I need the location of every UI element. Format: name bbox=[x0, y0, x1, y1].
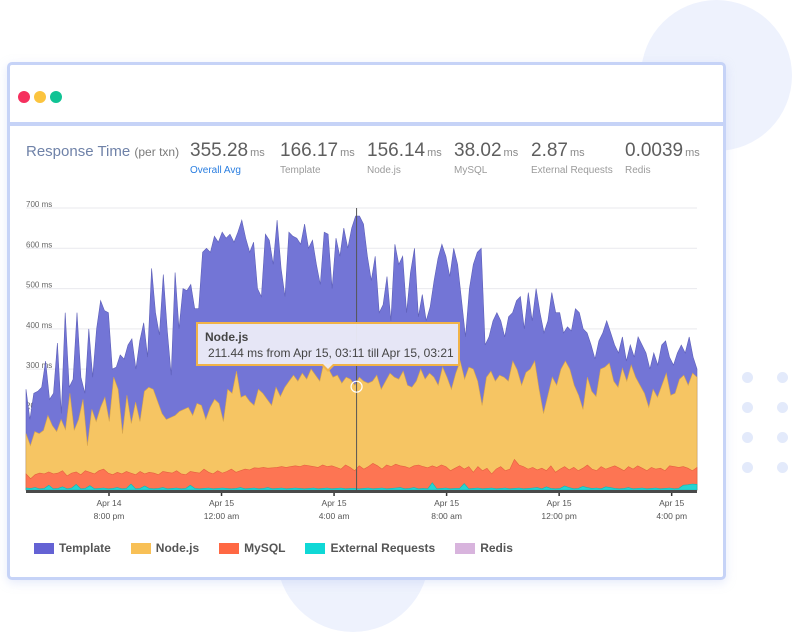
chart-tooltip: Node.js 211.44 ms from Apr 15, 03:11 til… bbox=[196, 322, 460, 372]
stat-value: 2.87 bbox=[531, 140, 568, 161]
stat-label: Overall Avg bbox=[190, 165, 241, 176]
stat-unit: ms bbox=[340, 147, 355, 159]
x-tick-label: 4:00 pm bbox=[656, 511, 687, 521]
stat-value: 156.14 bbox=[367, 140, 426, 161]
decorative-dot bbox=[777, 372, 788, 383]
x-tick-label: 4:00 am bbox=[319, 511, 350, 521]
y-tick-label: 400 ms bbox=[26, 321, 52, 330]
legend-label: Node.js bbox=[155, 541, 200, 555]
x-tick-label: Apr 15 bbox=[659, 498, 684, 508]
tooltip-body: 211.44 ms from Apr 15, 03:11 till Apr 15… bbox=[208, 346, 454, 360]
stat-label: MySQL bbox=[454, 165, 488, 176]
tooltip-arrow-inner bbox=[323, 364, 333, 369]
window-titlebar bbox=[10, 65, 723, 126]
panel-title-text: Response Time bbox=[26, 143, 131, 160]
legend-item-template[interactable]: Template bbox=[34, 541, 111, 555]
stat-unit: ms bbox=[503, 147, 519, 159]
decorative-dot bbox=[742, 462, 753, 473]
response-time-chart[interactable]: 100 ms200 ms300 ms400 ms500 ms600 ms700 … bbox=[10, 198, 723, 538]
decorative-dot bbox=[777, 432, 788, 443]
legend-label: External Requests bbox=[330, 541, 436, 555]
legend-item-redis[interactable]: Redis bbox=[455, 541, 513, 555]
legend-item-external-requests[interactable]: External Requests bbox=[305, 541, 435, 555]
legend-item-nodejs[interactable]: Node.js bbox=[130, 541, 200, 555]
maximize-window-button[interactable] bbox=[50, 91, 62, 103]
decorative-dot bbox=[742, 402, 753, 413]
y-tick-label: 300 ms bbox=[26, 361, 52, 370]
chart-legend: Template Node.js MySQL External Requests… bbox=[34, 541, 533, 555]
decorative-dot-grid bbox=[742, 372, 792, 473]
x-tick-label: 8:00 am bbox=[431, 511, 462, 521]
x-axis-line bbox=[26, 490, 697, 493]
stat-template: 166.17 ms Template bbox=[280, 140, 355, 176]
stat-unit: ms bbox=[685, 147, 700, 159]
x-tick-label: 12:00 am bbox=[204, 511, 239, 521]
legend-swatch bbox=[34, 542, 54, 554]
decorative-dot bbox=[777, 402, 788, 413]
stat-unit: ms bbox=[250, 147, 265, 159]
legend-label: MySQL bbox=[244, 541, 286, 555]
x-tick-label: Apr 15 bbox=[322, 498, 347, 508]
stat-unit: ms bbox=[569, 147, 585, 159]
y-tick-label: 700 ms bbox=[26, 200, 52, 209]
x-tick-label: Apr 15 bbox=[434, 498, 459, 508]
stat-value: 166.17 bbox=[280, 140, 339, 161]
stat-label: Redis bbox=[625, 165, 651, 176]
x-tick-label: Apr 15 bbox=[547, 498, 572, 508]
panel-title: Response Time (per txn) bbox=[26, 143, 179, 160]
stat-external-requests: 2.87 ms External Requests bbox=[531, 140, 613, 176]
stat-label: External Requests bbox=[531, 165, 613, 176]
decorative-dot bbox=[777, 462, 788, 473]
minimize-window-button[interactable] bbox=[34, 91, 46, 103]
stat-value: 0.0039 bbox=[625, 140, 684, 161]
stat-value: 38.02 bbox=[454, 140, 502, 161]
decorative-dot bbox=[742, 372, 753, 383]
stat-value: 355.28 bbox=[190, 140, 249, 161]
stat-mysql: 38.02 ms MySQL bbox=[454, 140, 518, 176]
stat-unit: ms bbox=[427, 147, 442, 159]
stat-label: Node.js bbox=[367, 165, 401, 176]
legend-label: Template bbox=[59, 541, 111, 555]
legend-label: Redis bbox=[480, 541, 513, 555]
y-tick-label: 600 ms bbox=[26, 240, 52, 249]
x-tick-label: Apr 15 bbox=[209, 498, 234, 508]
tooltip-title: Node.js bbox=[205, 330, 249, 344]
x-tick-label: 12:00 pm bbox=[541, 511, 576, 521]
app-window: Response Time (per txn) 355.28 ms Overall… bbox=[7, 62, 726, 580]
stat-nodejs: 156.14 ms Node.js bbox=[367, 140, 442, 176]
stat-redis: 0.0039 ms Redis bbox=[625, 140, 700, 176]
x-tick-label: 8:00 pm bbox=[94, 511, 125, 521]
stat-overall-avg: 355.28 ms Overall Avg bbox=[190, 140, 265, 176]
legend-swatch bbox=[219, 542, 240, 554]
panel-title-suffix: (per txn) bbox=[134, 145, 180, 159]
decorative-dot bbox=[742, 432, 753, 443]
y-tick-label: 500 ms bbox=[26, 281, 52, 290]
legend-item-mysql[interactable]: MySQL bbox=[219, 541, 285, 555]
legend-swatch bbox=[455, 542, 476, 554]
legend-swatch bbox=[305, 542, 326, 554]
x-tick-label: Apr 14 bbox=[96, 498, 121, 508]
stat-label: Template bbox=[280, 165, 321, 176]
close-window-button[interactable] bbox=[18, 91, 30, 103]
legend-swatch bbox=[130, 542, 151, 554]
